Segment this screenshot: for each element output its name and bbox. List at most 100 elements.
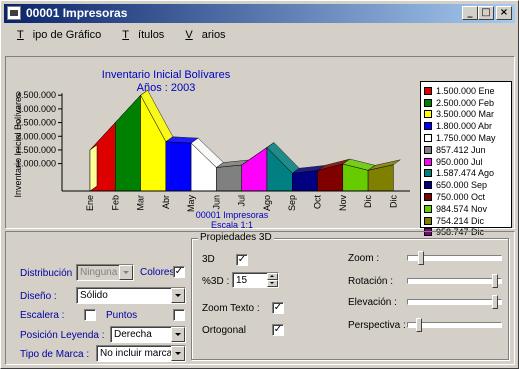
- slider-thumb[interactable]: [491, 274, 498, 288]
- legend-swatch: [424, 122, 432, 131]
- puntos-checkbox[interactable]: [173, 309, 185, 321]
- legend-label: 754.214 Dic: [436, 215, 485, 226]
- menu-titulos[interactable]: Títulos: [110, 25, 170, 41]
- legend-label: 950.000 Jul: [436, 156, 483, 167]
- distribucion-label: Distribución: [20, 268, 73, 279]
- spin-down-icon[interactable]: [267, 280, 278, 287]
- y-tick-label: 3.500.000: [16, 90, 56, 100]
- spin-up-icon[interactable]: [267, 273, 278, 280]
- legend-item: 1.800.000 Abr: [424, 120, 511, 132]
- ortogonal-checkbox[interactable]: ✓: [272, 324, 284, 336]
- zoom-slider[interactable]: [407, 251, 502, 265]
- legend-label: 1.587.474 Ago: [436, 168, 495, 179]
- legend-label: 750.000 Oct: [436, 192, 486, 203]
- perspectiva-label: Perspectiva :: [348, 320, 406, 331]
- escalera-checkbox[interactable]: [84, 309, 96, 321]
- maximize-button[interactable]: □: [478, 6, 494, 20]
- legend-item: 2.500.000 Feb: [424, 97, 511, 109]
- chevron-down-icon: [119, 265, 133, 280]
- menu-label: ipo de Gráfico: [32, 29, 102, 41]
- x-tick-label: Jul: [237, 195, 247, 207]
- x-axis-label: 00001 Impresoras: [196, 210, 269, 220]
- chart-legend: 1.500.000 Ene 2.500.000 Feb 3.500.000 Mar 1…: [420, 81, 512, 237]
- legend-item: 1.587.474 Ago: [424, 168, 511, 180]
- x-tick-label: Mar: [136, 195, 146, 211]
- menu-varios[interactable]: Varios: [173, 25, 231, 41]
- legend-swatch: [424, 86, 432, 95]
- distribucion-value: Ninguna: [80, 267, 118, 278]
- legend-label: 1.800.000 Abr: [436, 121, 493, 132]
- chevron-down-icon[interactable]: [171, 288, 185, 303]
- legend-swatch: [424, 98, 432, 107]
- colores-label: Colores: [140, 267, 175, 278]
- x-axis-scale-label: Escala 1:1: [211, 220, 253, 228]
- rotacion-slider[interactable]: [407, 274, 502, 288]
- window-title: 00001 Impresoras: [26, 6, 128, 20]
- chevron-down-icon[interactable]: [171, 346, 185, 361]
- legend-swatch: [424, 181, 432, 190]
- menu-label: ítulos: [138, 29, 165, 41]
- area-segment: [291, 170, 318, 192]
- legend-item: 950.000 Jul: [424, 156, 511, 168]
- legend-swatch: [424, 204, 432, 213]
- x-tick-label: Sep: [287, 195, 297, 211]
- legend-swatch: [424, 157, 432, 166]
- escalera-label: Escalera :: [20, 310, 65, 321]
- diseno-value: Sólido: [80, 290, 108, 301]
- area-segment: [165, 141, 192, 192]
- app-window: 00001 Impresoras _ □ × Tipo de Gráfico T…: [0, 0, 519, 369]
- menu-mnemonic: T: [122, 29, 130, 41]
- tipo-marca-value: No incluir marcas: [100, 348, 178, 359]
- chart-panel: Inventario Inicial Bolívares Años : 2003 I…: [5, 56, 515, 237]
- posicion-leyenda-value: Derecha: [114, 329, 152, 340]
- legend-item: 754.214 Dic: [424, 215, 511, 227]
- distribucion-select: Ninguna: [76, 264, 134, 281]
- legend-item: 1.500.000 Ene: [424, 85, 511, 97]
- slider-thumb[interactable]: [415, 318, 422, 332]
- close-button[interactable]: ×: [496, 6, 512, 20]
- x-tick-label: Nov: [338, 195, 348, 212]
- slider-thumb[interactable]: [491, 295, 498, 309]
- legend-label: 650.000 Sep: [436, 180, 488, 191]
- rotacion-label: Rotación :: [348, 276, 394, 287]
- printer-app-icon[interactable]: [7, 6, 21, 20]
- x-tick-label: Abr: [161, 195, 171, 209]
- slider-thumb[interactable]: [417, 251, 424, 265]
- y-tick-label: 2.000.000: [16, 131, 56, 141]
- legend-swatch: [424, 216, 432, 225]
- legend-swatch: [424, 110, 432, 119]
- area-segment: [216, 164, 242, 192]
- y-tick-label: 1.500.000: [16, 145, 56, 155]
- tipo-marca-select[interactable]: No incluir marcas: [96, 345, 186, 362]
- chart-title: Inventario Inicial Bolívares: [102, 69, 231, 81]
- zoom-texto-checkbox[interactable]: ✓: [272, 302, 284, 314]
- legend-swatch: [424, 193, 432, 202]
- x-tick-label: Dic: [388, 195, 398, 208]
- legend-label: 3.500.000 Mar: [436, 109, 495, 120]
- legend-item: 650.000 Sep: [424, 179, 511, 191]
- perspectiva-slider[interactable]: [407, 318, 502, 332]
- legend-item: 1.750.000 May: [424, 132, 511, 144]
- slider-track: [407, 299, 502, 305]
- zoom-label: Zoom :: [348, 253, 380, 264]
- title-bar[interactable]: 00001 Impresoras _ □ ×: [4, 4, 515, 23]
- minimize-button[interactable]: _: [462, 6, 478, 20]
- pct3d-spinner[interactable]: 15: [232, 272, 279, 288]
- 3d-checkbox[interactable]: ✓: [236, 254, 248, 266]
- elevacion-label: Elevación :: [348, 297, 397, 308]
- legend-swatch: [424, 134, 432, 143]
- menu-tipo-de-grafico[interactable]: Tipo de Gráfico: [5, 25, 107, 41]
- y-tick-label: 3.000.000: [16, 104, 56, 114]
- posicion-leyenda-select[interactable]: Derecha: [110, 326, 186, 343]
- legend-swatch: [424, 169, 432, 178]
- posicion-leyenda-label: Posición Leyenda :: [20, 330, 105, 341]
- diseno-select[interactable]: Sólido: [76, 287, 186, 304]
- elevacion-slider[interactable]: [407, 295, 502, 309]
- colores-checkbox[interactable]: ✓: [173, 266, 185, 278]
- menu-bar: Tipo de Gráfico Títulos Varios: [5, 25, 515, 43]
- y-tick-label: 1.000.000: [16, 159, 56, 169]
- legend-label: 2.500.000 Feb: [436, 97, 495, 108]
- options-panel: Distribución Ninguna Colores ✓ Diseño : …: [5, 231, 515, 365]
- menu-mnemonic: T: [17, 29, 24, 41]
- chevron-down-icon[interactable]: [171, 327, 185, 342]
